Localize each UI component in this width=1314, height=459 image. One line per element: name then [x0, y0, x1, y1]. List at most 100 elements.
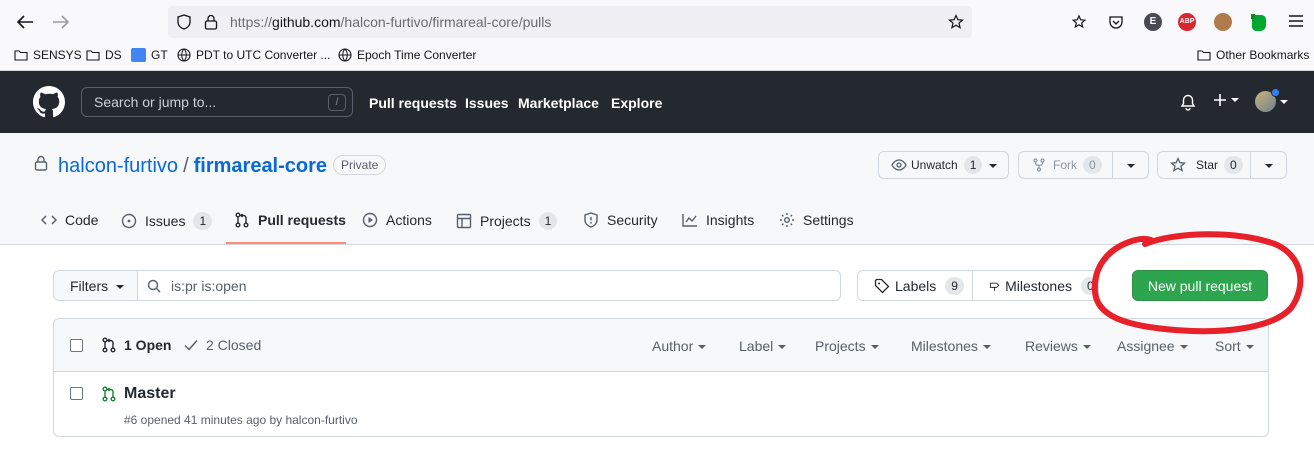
adblock-plus-icon[interactable]: ABP [1178, 13, 1196, 31]
tab-label: Settings [803, 212, 854, 228]
other-bookmarks[interactable]: Other Bookmarks [1197, 48, 1309, 62]
filters-label: Filters [70, 277, 109, 294]
tab-counter: 1 [538, 212, 558, 230]
play-icon [362, 212, 378, 228]
tab-actions[interactable]: Actions [362, 212, 432, 228]
fork-button[interactable]: Fork 0 [1018, 151, 1113, 179]
caret-down-icon [1126, 164, 1135, 168]
nav-marketplace[interactable]: Marketplace [518, 95, 599, 111]
star-dropdown[interactable] [1250, 151, 1287, 179]
bookmark-label: SENSYS [33, 48, 82, 62]
caret-down-icon [698, 345, 707, 349]
search-input[interactable]: Search or jump to... / [81, 87, 353, 117]
row-checkbox[interactable] [70, 387, 83, 400]
plus-icon [1214, 94, 1226, 106]
tab-pull-requests[interactable]: Pull requests [234, 212, 346, 228]
closed-filter-link[interactable]: 2 Closed [184, 337, 261, 353]
url-text[interactable]: https://github.com/halcon-furtivo/firmar… [230, 14, 551, 30]
git-pull-request-icon [102, 337, 116, 353]
tab-security[interactable]: Security [583, 212, 658, 228]
repo-name-link[interactable]: firmareal-core [194, 155, 327, 178]
address-bar[interactable]: https://github.com/halcon-furtivo/firmar… [168, 6, 972, 38]
fork-dropdown[interactable] [1112, 151, 1149, 179]
lock-icon[interactable] [204, 14, 218, 30]
milestones-button[interactable]: Milestones 0 [973, 271, 1099, 300]
nav-explore[interactable]: Explore [611, 95, 662, 111]
google-translate-icon [131, 48, 146, 62]
tab-insights[interactable]: Insights [682, 212, 754, 228]
select-all-checkbox[interactable] [70, 339, 83, 352]
pocket-star-icon[interactable] [1071, 14, 1087, 30]
star-count: 0 [1224, 156, 1243, 174]
filters-button[interactable]: Filters [54, 271, 138, 300]
user-menu[interactable] [1255, 88, 1288, 112]
tab-label: Insights [706, 212, 755, 228]
open-count-label: 1 Open [124, 337, 172, 353]
nav-pull-requests[interactable]: Pull requests [369, 95, 457, 111]
bell-icon[interactable] [1180, 94, 1196, 111]
tab-issues[interactable]: Issues 1 [121, 212, 213, 230]
dropdown-label: Milestones [911, 338, 978, 354]
back-arrow-icon[interactable] [16, 14, 34, 30]
bookmark-label: Epoch Time Converter [357, 48, 477, 62]
labels-milestones-group: Labels 9 Milestones 0 [857, 270, 1099, 301]
folder-icon [14, 50, 28, 61]
caret-down-icon [989, 164, 998, 168]
bookmark-folder-sensys[interactable]: SENSYS [14, 48, 82, 62]
nav-issues[interactable]: Issues [465, 95, 509, 111]
forward-arrow-icon[interactable] [52, 14, 70, 30]
menu-icon[interactable] [1288, 14, 1304, 28]
labels-button[interactable]: Labels 9 [858, 271, 973, 300]
create-new-dropdown[interactable] [1213, 93, 1239, 107]
closed-count-label: 2 Closed [206, 337, 262, 353]
star-button[interactable]: Star 0 [1157, 151, 1251, 179]
bookmark-star-icon[interactable] [948, 14, 964, 30]
search-placeholder: Search or jump to... [94, 94, 217, 110]
bookmark-label: GT [151, 48, 168, 62]
tab-label: Security [607, 212, 658, 228]
open-filter-link[interactable]: 1 Open [101, 337, 171, 353]
filter-search-input[interactable]: is:pr is:open [171, 278, 246, 294]
bookmark-gt[interactable]: GT [131, 48, 168, 62]
tab-projects[interactable]: Projects 1 [456, 212, 558, 230]
cookie-extension-icon[interactable] [1214, 13, 1232, 31]
caret-down-icon [870, 345, 879, 349]
caret-down-icon [778, 345, 787, 349]
author-dropdown[interactable]: Author [652, 338, 707, 354]
pull-request-meta: #6 opened 41 minutes ago by halcon-furti… [124, 413, 358, 427]
milestones-dropdown[interactable]: Milestones [911, 338, 991, 354]
milestone-icon [989, 282, 1000, 291]
folder-icon [86, 50, 100, 61]
avatar [1255, 88, 1280, 112]
pocket-icon[interactable] [1108, 14, 1124, 30]
extension-e-icon[interactable]: E [1144, 13, 1162, 31]
bookmark-epoch[interactable]: Epoch Time Converter [338, 48, 476, 62]
repo-owner-link[interactable]: halcon-furtivo [58, 155, 178, 178]
github-logo-icon[interactable] [33, 86, 65, 118]
eye-icon [891, 159, 907, 171]
pull-request-title-link[interactable]: Master [124, 385, 176, 403]
unwatch-label: Unwatch [911, 158, 958, 172]
projects-dropdown[interactable]: Projects [815, 338, 879, 354]
evernote-icon[interactable] [1250, 12, 1268, 32]
tab-code[interactable]: Code [41, 212, 98, 228]
folder-icon [1197, 50, 1211, 61]
fork-label: Fork [1053, 158, 1077, 172]
gear-icon [780, 213, 794, 227]
tag-icon [874, 278, 890, 293]
browser-chrome: https://github.com/halcon-furtivo/firmar… [0, 0, 1314, 71]
label-dropdown[interactable]: Label [739, 338, 787, 354]
bookmark-folder-ds[interactable]: DS [86, 48, 122, 62]
lock-icon [34, 155, 48, 171]
reviews-dropdown[interactable]: Reviews [1025, 338, 1091, 354]
tab-label: Code [65, 212, 99, 228]
bookmark-pdt-utc[interactable]: PDT to UTC Converter ... [177, 48, 330, 62]
tab-settings[interactable]: Settings [779, 212, 854, 228]
unwatch-button[interactable]: Unwatch 1 [878, 151, 1009, 179]
star-icon [1170, 157, 1186, 172]
table-icon [456, 213, 472, 229]
caret-down-icon [1280, 99, 1288, 104]
shield-icon [584, 212, 598, 228]
caret-down-icon [982, 345, 991, 349]
shield-icon[interactable] [176, 14, 192, 30]
